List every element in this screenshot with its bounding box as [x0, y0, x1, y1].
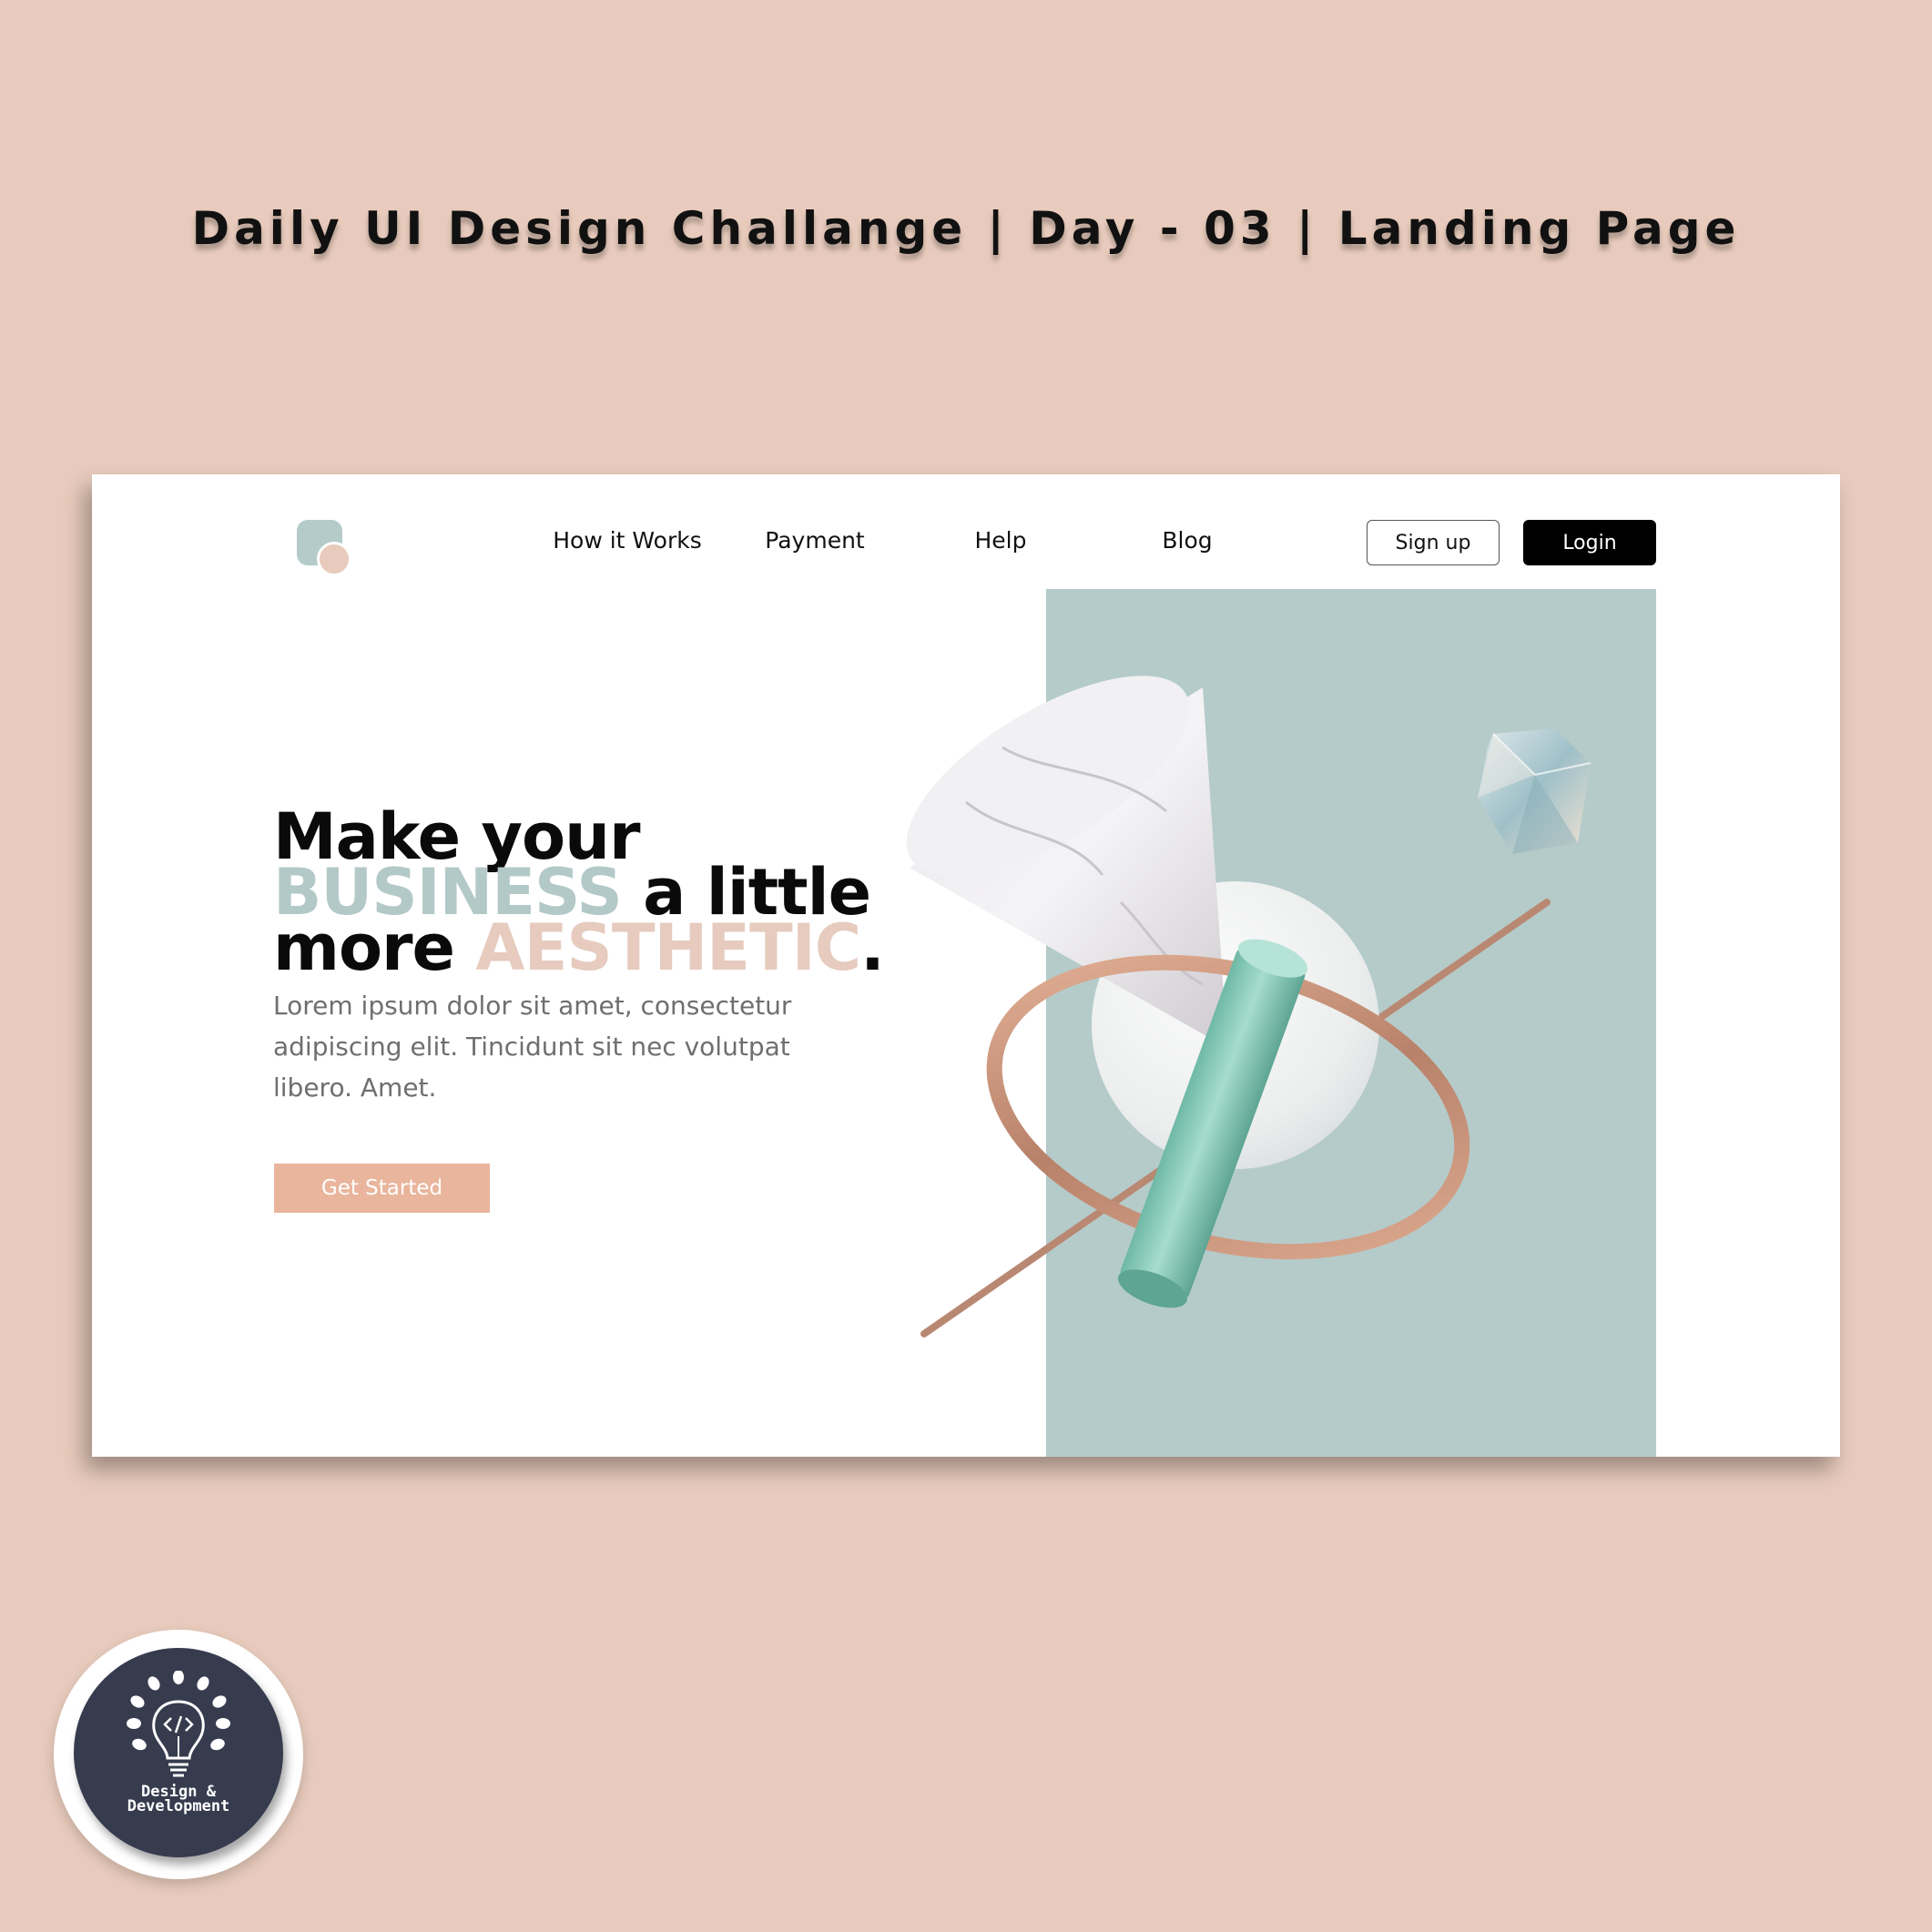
badge-line-2: Development [127, 1797, 230, 1815]
landing-page-mockup: How it Works Payment Help Blog Sign up L… [92, 474, 1840, 1457]
hero-headline: Make your BUSINESS a little more AESTHET… [273, 805, 910, 980]
headline-period: . [860, 910, 885, 985]
get-started-button[interactable]: Get Started [274, 1164, 490, 1213]
hero-description: Lorem ipsum dolor sit amet, consectetur … [273, 991, 792, 1103]
badge-label: Design & Development [74, 1785, 283, 1815]
headline-aesthetic-word: AESTHETIC [475, 910, 861, 985]
crystal-gem-shape [1478, 728, 1591, 854]
badge-circle: Design & Development [74, 1648, 283, 1857]
design-development-badge: Design & Development [54, 1630, 303, 1879]
lightbulb-code-icon [127, 1671, 230, 1777]
headline-more: more [273, 910, 455, 985]
page-title: Daily UI Design Challange | Day - 03 | L… [191, 202, 1741, 255]
